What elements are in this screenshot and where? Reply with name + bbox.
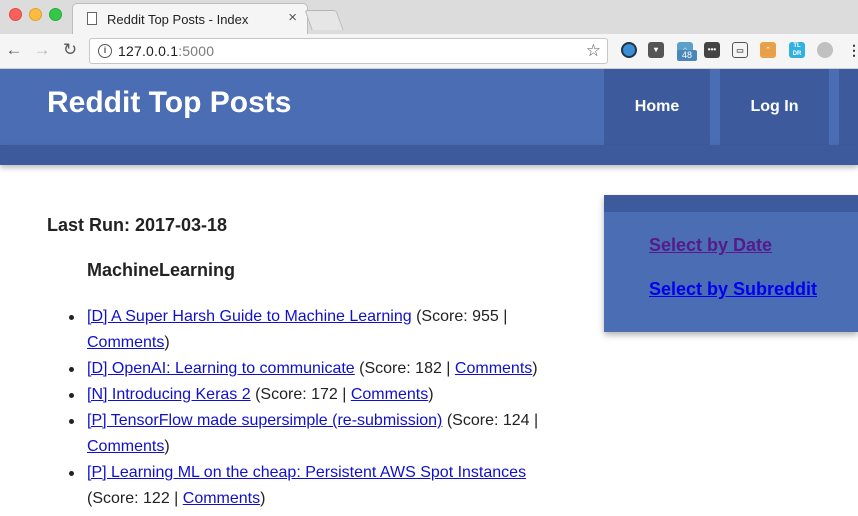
post-score: (Score: 122 | bbox=[87, 490, 183, 507]
nav-login-link[interactable]: Log In bbox=[720, 69, 829, 145]
post-title-link[interactable]: [P] Learning ML on the cheap: Persistent… bbox=[87, 464, 526, 481]
list-item: [P] Learning ML on the cheap: Persistent… bbox=[69, 460, 557, 512]
comments-link[interactable]: Comments bbox=[351, 386, 428, 403]
list-item: [D] A Super Harsh Guide to Machine Learn… bbox=[69, 304, 557, 356]
url-text[interactable]: 127.0.0.1:5000 bbox=[118, 43, 214, 59]
comments-link[interactable]: Comments bbox=[87, 334, 164, 351]
post-title-link[interactable]: [N] Introducing Keras 2 bbox=[87, 386, 251, 403]
nav-edge-block bbox=[839, 69, 858, 145]
address-bar[interactable]: i 127.0.0.1:5000 ☆ bbox=[89, 38, 608, 64]
list-item: [D] OpenAI: Learning to communicate (Sco… bbox=[69, 356, 557, 382]
extension-badge: 48 bbox=[677, 50, 697, 61]
site-title: Reddit Top Posts bbox=[47, 86, 292, 119]
list-item: [P] TensorFlow made supersimple (re-subm… bbox=[69, 408, 557, 460]
browser-tab-strip: Reddit Top Posts - Index × bbox=[0, 0, 858, 34]
comments-link[interactable]: Comments bbox=[455, 360, 532, 377]
extension-menu-icon[interactable]: ••• bbox=[704, 42, 720, 58]
select-by-subreddit-link[interactable]: Select by Subreddit bbox=[649, 279, 817, 300]
extension-globe-icon[interactable] bbox=[621, 42, 637, 58]
reload-icon[interactable]: ↻ bbox=[59, 39, 81, 61]
list-item: [N] Introducing Keras 2 (Score: 172 | Co… bbox=[69, 382, 557, 408]
subreddit-heading: MachineLearning bbox=[87, 260, 236, 280]
browser-toolbar: ← → ↻ i 127.0.0.1:5000 ☆ ▾ ⌂ ••• ▭ ᵔ TL … bbox=[0, 34, 858, 69]
new-tab-button[interactable] bbox=[304, 10, 344, 30]
tab-close-icon[interactable]: × bbox=[288, 10, 297, 26]
select-by-date-link[interactable]: Select by Date bbox=[649, 235, 772, 256]
last-run-heading: Last Run: 2017-03-18 bbox=[47, 215, 228, 235]
tab-title: Reddit Top Posts - Index bbox=[107, 12, 249, 27]
extension-face-icon[interactable]: ᵔ bbox=[760, 42, 776, 58]
window-maximize-button[interactable] bbox=[49, 8, 62, 21]
post-list: [D] A Super Harsh Guide to Machine Learn… bbox=[69, 304, 557, 512]
post-title-link[interactable]: [D] OpenAI: Learning to communicate bbox=[87, 360, 355, 377]
comments-link[interactable]: Comments bbox=[87, 438, 164, 455]
window-close-button[interactable] bbox=[9, 8, 22, 21]
post-score: (Score: 172 | bbox=[250, 386, 351, 403]
extension-grey-icon[interactable] bbox=[817, 42, 833, 58]
header-band bbox=[0, 145, 858, 165]
comments-link[interactable]: Comments bbox=[183, 490, 260, 507]
back-arrow-icon[interactable]: ← bbox=[3, 39, 25, 61]
post-score: (Score: 124 | bbox=[442, 412, 539, 429]
post-score: (Score: 955 | bbox=[411, 308, 508, 325]
page-favicon-icon bbox=[87, 12, 97, 25]
forward-arrow-icon[interactable]: → bbox=[31, 39, 53, 61]
browser-tab[interactable]: Reddit Top Posts - Index × bbox=[72, 3, 308, 34]
sidebar-band bbox=[604, 195, 858, 212]
tldr-icon[interactable]: TL DR bbox=[789, 42, 805, 58]
cast-icon[interactable]: ▭ bbox=[732, 42, 748, 58]
bookmark-star-icon[interactable]: ☆ bbox=[586, 41, 601, 61]
post-title-link[interactable]: [P] TensorFlow made supersimple (re-subm… bbox=[87, 412, 442, 429]
extension-overflow-icon[interactable]: ⋮ bbox=[846, 42, 858, 58]
pocket-icon[interactable]: ▾ bbox=[648, 42, 664, 58]
post-title-link[interactable]: [D] A Super Harsh Guide to Machine Learn… bbox=[87, 308, 412, 325]
post-score: (Score: 182 | bbox=[354, 360, 455, 377]
site-header: Reddit Top Posts Home Log In bbox=[0, 69, 858, 145]
page-viewport: Reddit Top Posts Home Log In Last Run: 2… bbox=[0, 69, 858, 516]
site-info-icon[interactable]: i bbox=[98, 44, 112, 58]
nav-home-link[interactable]: Home bbox=[604, 69, 710, 145]
sidebar-panel: Select by Date Select by Subreddit bbox=[604, 195, 858, 332]
window-minimize-button[interactable] bbox=[29, 8, 42, 21]
